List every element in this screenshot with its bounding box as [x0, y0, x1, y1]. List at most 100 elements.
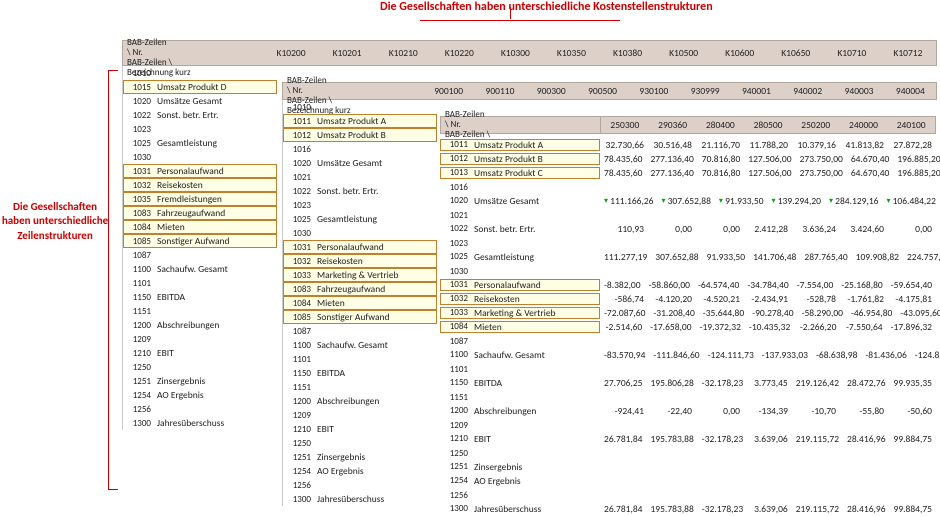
column-header: 940003: [833, 83, 884, 99]
table-row: 1022Sonst. betr. Ertr.: [123, 108, 277, 122]
cell-value: 2.412,28: [744, 223, 792, 235]
table-row: 1083Fahrzeugaufwand: [123, 206, 277, 220]
column-header: K10500: [656, 45, 712, 61]
table-row: 1025Gesamtleistung: [123, 136, 277, 150]
table-row: 1030: [123, 150, 277, 164]
column-header: K10201: [319, 45, 375, 61]
cell-value: 64.670,40: [847, 153, 893, 165]
cell-value: 196.885,20: [893, 167, 940, 179]
cell-value: -2.514,60: [600, 321, 646, 333]
cell-value: 219.126,42: [792, 377, 843, 389]
table-row: 1101: [283, 352, 437, 366]
row-nr: 1022: [440, 223, 472, 235]
row-nr: 1200: [123, 320, 155, 331]
table-row: 1013Umsatz Produkt C78.435,60277.136,407…: [440, 166, 938, 180]
row-nr: 1087: [123, 250, 155, 261]
table-row: 1012Umsatz Produkt B: [283, 128, 437, 142]
cell-value: 28.416,96: [843, 433, 889, 445]
row-label: EBITDA: [315, 367, 437, 379]
column-header: K10380: [599, 45, 655, 61]
row-nr: 1087: [283, 326, 315, 337]
cell-value: 10.379,16: [792, 139, 840, 151]
column-header: 900100: [423, 83, 474, 99]
row-nr: 1209: [283, 410, 315, 421]
column-header: 250200: [792, 119, 840, 131]
row-nr: 1150: [123, 292, 155, 303]
row-nr: 1020: [283, 158, 315, 169]
cell-value: 3.424,60: [840, 223, 888, 235]
cell-value: 26.781,84: [600, 503, 646, 515]
row-label: Abschreibungen: [155, 319, 277, 331]
table-row: 1031Personalaufwand: [123, 164, 277, 178]
row-label: Reisekosten: [315, 255, 437, 267]
cell-value: -50,60: [888, 405, 936, 417]
cell-value: 28.416,96: [843, 503, 889, 515]
row-nr: 1151: [123, 306, 155, 317]
table-row: 1256: [283, 478, 437, 492]
row-nr: 1087: [440, 336, 472, 347]
pane1-columns: K10200K10201K10210K10220K10300K10350K103…: [263, 45, 936, 61]
row-label: Sonst. betr. Ertr.: [472, 223, 600, 235]
column-header: 280400: [696, 119, 744, 131]
table-row: 1025Gesamtleistung111.277,19307.652,8891…: [440, 250, 938, 264]
row-nr: 1033: [283, 270, 315, 281]
row-nr: 1022: [283, 186, 315, 197]
table-row: 1210EBIT: [123, 346, 277, 360]
cell-value: 99.935,35: [890, 377, 936, 389]
cell-value: 91.933,50: [703, 251, 749, 263]
cell-value: 70.816,80: [698, 153, 744, 165]
row-label: Abschreibungen: [315, 395, 437, 407]
pane2-header: BAB-Zeilen \ Nr. BAB-Zeilen \ Bezeichnun…: [282, 82, 937, 100]
header-col1: BAB-Zeilen \ Nr.: [445, 109, 485, 130]
row-label: [472, 392, 600, 403]
cell-value: -17.658,00: [646, 321, 695, 333]
row-label: Mieten: [472, 321, 600, 333]
cell-value: 141.706,48: [749, 251, 800, 263]
row-label: Sonstiger Aufwand: [155, 235, 277, 247]
row-nr: 1033: [440, 307, 472, 319]
table-row: 1151: [440, 390, 938, 404]
table-row: 1151: [123, 304, 277, 318]
row-nr: 1256: [283, 480, 315, 491]
table-row: 1251Zinsergebnis: [283, 450, 437, 464]
row-nr: 1020: [123, 96, 155, 107]
row-nr: 1025: [123, 138, 155, 149]
table-row: 1011Umsatz Produkt A32.730,6630.516,4821…: [440, 138, 938, 152]
cell-value: 127.506,00: [744, 167, 795, 179]
table-row: 1300Jahresüberschuss26.781,84195.783,88-…: [440, 502, 938, 516]
cell-value: 277.136,40: [646, 153, 697, 165]
cell-value: -8.382,00: [600, 279, 645, 291]
cell-value: 78.435,60: [600, 167, 646, 179]
table-row: 1250: [283, 436, 437, 450]
cell-value: 195.783,88: [646, 433, 697, 445]
row-label: Fahrzeugaufwand: [315, 283, 437, 295]
row-nr: 1030: [123, 152, 155, 163]
column-header: K10600: [712, 45, 768, 61]
header-col1: BAB-Zeilen \ Nr.: [287, 75, 327, 96]
row-nr: 1023: [440, 238, 472, 249]
row-nr: 1251: [283, 452, 315, 463]
cell-value: 3.773,45: [747, 377, 792, 389]
table-row: 1256: [123, 402, 277, 416]
cell-value: -4.120,20: [648, 293, 696, 305]
cell-value: 99.884,75: [890, 503, 936, 515]
row-nr: 1150: [440, 377, 472, 389]
column-header: 900500: [577, 83, 628, 99]
cell-value: 195.806,28: [646, 377, 697, 389]
row-label: Sachaufw. Gesamt: [155, 263, 277, 275]
column-header: K10650: [768, 45, 824, 61]
row-nr: 1023: [123, 124, 155, 135]
row-nr: 1254: [283, 466, 315, 477]
row-nr: 1300: [283, 494, 315, 505]
row-label: Sachaufw. Gesamt: [472, 349, 600, 361]
table-row: 1254AO Ergebnis: [283, 464, 437, 478]
row-nr: 1025: [283, 214, 315, 225]
row-nr: 1085: [283, 312, 315, 323]
table-row: 1020Umsätze Gesamt: [123, 94, 277, 108]
row-label: Gesamtleistung: [315, 213, 437, 225]
row-nr: 1200: [440, 405, 472, 417]
cell-value: -137.933,03: [758, 349, 812, 361]
cell-value: -34.784,40: [743, 279, 792, 291]
table-row: 1022Sonst. betr. Ertr.: [283, 184, 437, 198]
cell-value: ▾ 106.484,22: [882, 195, 939, 207]
